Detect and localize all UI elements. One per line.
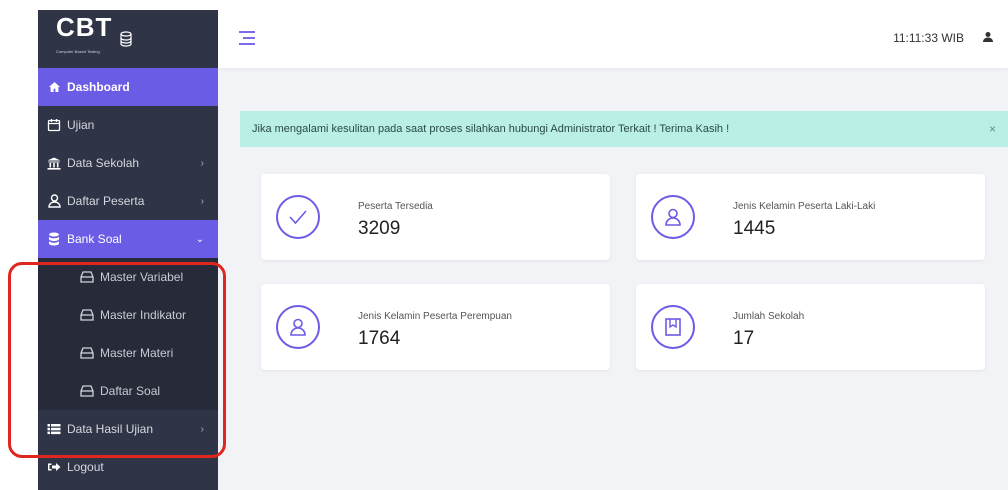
submenu-item-master-variabel[interactable]: Master Variabel [38,258,218,296]
sidebar-item-data-hasil-ujian[interactable]: Data Hasil Ujian › [38,410,218,448]
alert-message: Jika mengalami kesulitan pada saat prose… [252,123,730,135]
alert-close-button[interactable]: × [989,122,996,136]
info-alert: Jika mengalami kesulitan pada saat prose… [240,111,1008,147]
app-window: CBT Computer Based Testing Dashboard Uji… [38,10,1008,490]
sidebar: CBT Computer Based Testing Dashboard Uji… [38,10,218,490]
list-icon [46,421,62,437]
chevron-right-icon: › [200,157,204,169]
sidebar-item-logout[interactable]: Logout [38,448,218,486]
stat-value: 17 [733,328,755,349]
hdd-icon [80,309,94,321]
sidebar-item-label: Data Sekolah [67,156,140,170]
sidebar-item-label: Data Hasil Ujian [67,422,154,436]
stat-card-jumlah-sekolah: Jumlah Sekolah 17 [636,284,985,370]
menu-toggle-icon[interactable] [238,30,256,46]
submenu-item-label: Master Materi [100,346,174,360]
calendar-icon [46,117,62,133]
stat-value: 1445 [733,218,776,239]
stat-label: Jumlah Sekolah [733,311,805,322]
home-icon [46,79,62,95]
sidebar-item-dashboard[interactable]: Dashboard [38,68,218,106]
topbar: 11:11:33 WIB [218,10,1008,68]
hdd-icon [80,385,94,397]
brand-logo-text: CBT [56,11,113,42]
user-icon [651,195,695,239]
sidebar-item-data-sekolah[interactable]: Data Sekolah › [38,144,218,182]
user-icon [46,193,62,209]
check-icon [276,195,320,239]
stat-value: 3209 [358,218,401,239]
chevron-down-icon: ⌄ [195,233,204,245]
stat-card-perempuan: Jenis Kelamin Peserta Perempuan 1764 [261,284,610,370]
brand-logo-subtitle: Computer Based Testing [56,48,100,54]
database-icon [120,31,133,47]
stat-card-laki-laki: Jenis Kelamin Peserta Laki-Laki 1445 [636,174,985,260]
stat-card-peserta-tersedia: Peserta Tersedia 3209 [261,174,610,260]
brand-logo: CBT Computer Based Testing [56,11,113,64]
sidebar-item-label: Dashboard [67,80,130,94]
submenu-item-master-materi[interactable]: Master Materi [38,334,218,372]
hdd-icon [80,347,94,359]
database-icon [46,231,62,247]
sidebar-item-label: Bank Soal [67,232,122,246]
sidebar-item-label: Ujian [67,118,95,132]
sidebar-item-ujian[interactable]: Ujian [38,106,218,144]
submenu-item-label: Master Variabel [100,270,184,284]
sign-out-icon [46,459,62,475]
sidebar-item-label: Daftar Peserta [67,194,145,208]
stat-label: Jenis Kelamin Peserta Laki-Laki [733,201,876,212]
stat-value: 1764 [358,328,401,349]
sidebar-item-daftar-peserta[interactable]: Daftar Peserta › [38,182,218,220]
stat-label: Peserta Tersedia [358,201,433,212]
stat-label: Jenis Kelamin Peserta Perempuan [358,311,512,322]
clock: 11:11:33 WIB [893,31,964,45]
submenu-item-daftar-soal[interactable]: Daftar Soal [38,372,218,410]
university-icon [46,155,62,171]
chevron-right-icon: › [200,195,204,207]
brand[interactable]: CBT Computer Based Testing [38,10,218,68]
submenu-item-label: Master Indikator [100,308,187,322]
chevron-right-icon: › [200,423,204,435]
hdd-icon [80,271,94,283]
bank-soal-submenu: Master Variabel Master Indikator Master … [38,258,218,410]
user-menu-icon[interactable] [982,31,994,43]
top-white-strip [0,0,1008,10]
user-icon [276,305,320,349]
book-icon [651,305,695,349]
sidebar-item-bank-soal[interactable]: Bank Soal ⌄ [38,220,218,258]
sidebar-nav: Dashboard Ujian Data Sekolah › Daftar Pe… [38,68,218,486]
submenu-item-master-indikator[interactable]: Master Indikator [38,296,218,334]
sidebar-item-label: Logout [67,460,104,474]
submenu-item-label: Daftar Soal [100,384,161,398]
